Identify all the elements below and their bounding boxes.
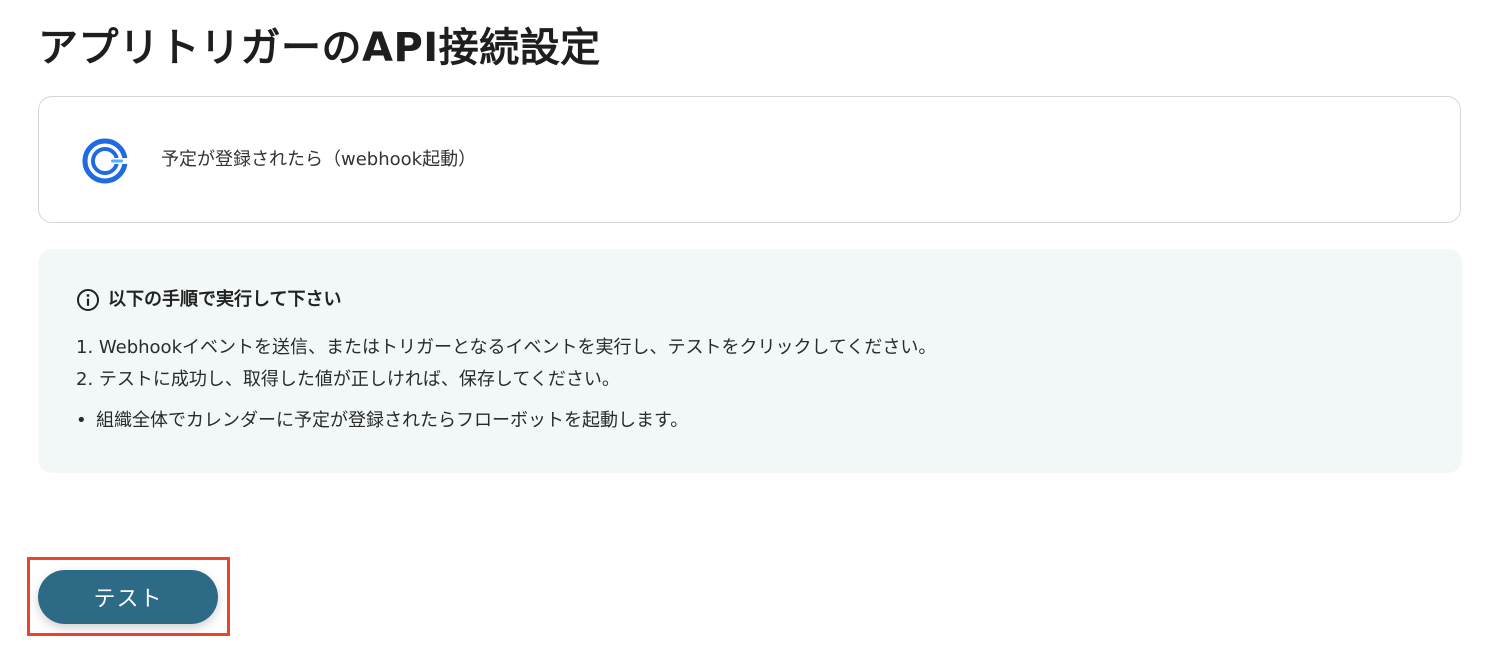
trigger-card[interactable]: 予定が登録されたら（webhook起動） (38, 96, 1461, 223)
notes-list: • 組織全体でカレンダーに予定が登録されたらフローボットを起動します。 (76, 406, 688, 436)
instructions-header: 以下の手順で実行して下さい (76, 287, 341, 313)
step-item: 2. テストに成功し、取得した値が正しければ、保存してください。 (76, 369, 620, 390)
bullet-icon: • (76, 410, 87, 431)
trigger-label: 予定が登録されたら（webhook起動） (161, 149, 477, 170)
instructions-title: 以下の手順で実行して下さい (108, 289, 342, 310)
note-item: • 組織全体でカレンダーに予定が登録されたらフローボットを起動します。 (76, 406, 688, 436)
page-title: アプリトリガーのAPI接続設定 (38, 25, 601, 71)
instructions-box: 以下の手順で実行して下さい 1. Webhookイベントを送信、またはトリガーと… (38, 249, 1462, 473)
step-item: 1. Webhookイベントを送信、またはトリガーとなるイベントを実行し、テスト… (76, 337, 937, 358)
info-circle-icon (77, 289, 99, 311)
calendly-logo-icon (82, 138, 129, 184)
note-text: 組織全体でカレンダーに予定が登録されたらフローボットを起動します。 (96, 410, 689, 431)
steps-list: 1. Webhookイベントを送信、またはトリガーとなるイベントを実行し、テスト… (76, 332, 936, 396)
test-button[interactable]: テスト (38, 570, 218, 624)
